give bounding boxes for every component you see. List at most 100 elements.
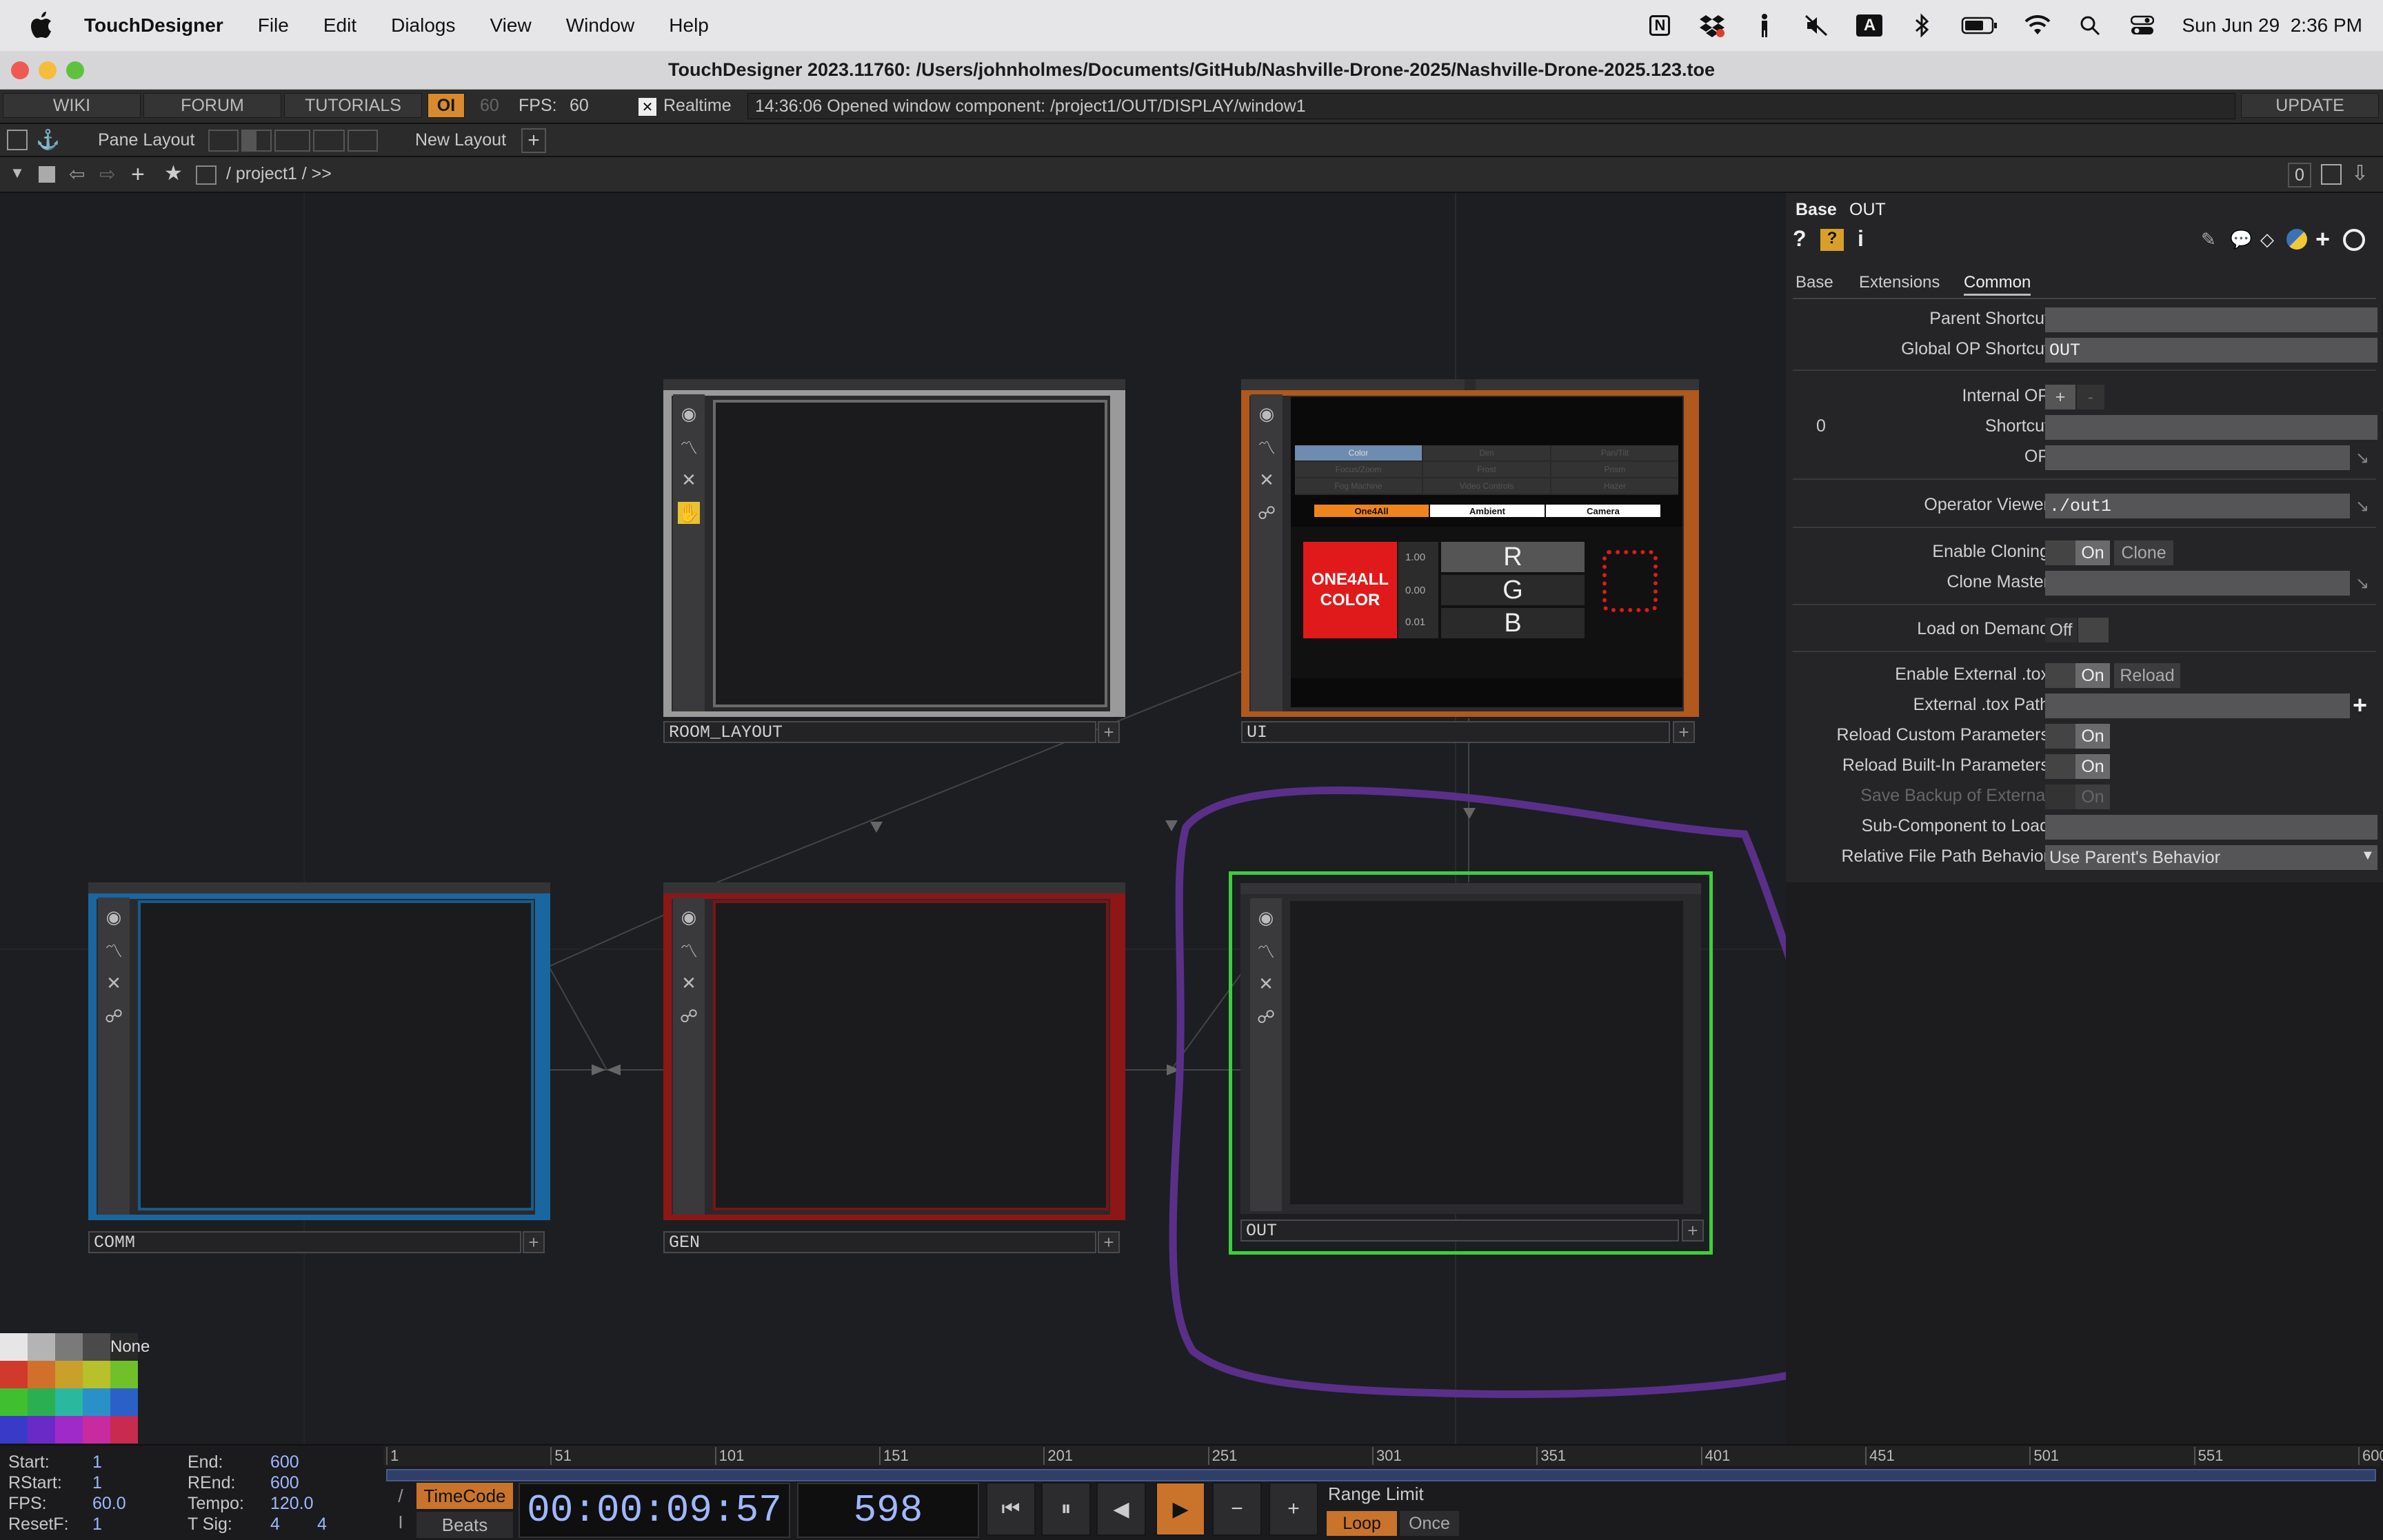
chevron-down-icon[interactable]: ▼ [2361,848,2375,864]
viewer-toggle-icon[interactable]: ◉ [678,403,700,425]
mute-icon[interactable] [1804,12,1830,39]
viewer-toggle-icon[interactable]: ◉ [678,906,700,928]
bluetooth-icon[interactable] [1909,12,1935,39]
color-swatch[interactable] [0,1416,28,1443]
add-connector-button[interactable]: + [1682,1219,1704,1242]
bypass-icon[interactable]: 〽 [1255,940,1277,962]
clone-icon[interactable]: ✋ [678,502,700,524]
tag-icon[interactable]: ◇ [2260,229,2274,250]
layout-single-icon[interactable] [208,130,239,152]
step-forward-icon[interactable]: + [1269,1482,1318,1536]
internal-op-add-button[interactable]: + [2045,385,2075,409]
apple-icon[interactable] [23,8,59,43]
color-swatch[interactable] [28,1416,55,1443]
internal-op-remove-button[interactable]: - [2077,385,2104,409]
viewer-toggle-icon[interactable]: ◉ [1255,906,1277,929]
color-swatch[interactable] [83,1388,110,1416]
menu-window[interactable]: Window [566,14,635,37]
enable-cloning-toggle[interactable]: On [2075,540,2110,565]
add-parameter-icon[interactable]: + [2315,225,2330,254]
relative-path-dropdown[interactable]: Use Parent's Behavior [2045,845,2377,870]
color-swatch[interactable] [28,1333,55,1361]
global-op-shortcut-field[interactable]: OUT [2045,338,2377,363]
delete-icon[interactable]: ✕ [678,972,700,994]
resetf-value[interactable]: 1 [92,1514,102,1534]
toggle-off-half[interactable] [2045,724,2075,749]
rewind-icon[interactable]: ⏮ [986,1482,1036,1536]
help-icon[interactable]: ? [1793,226,1809,251]
color-swatch[interactable] [55,1333,83,1361]
shortcut-field[interactable] [2045,415,2377,440]
accessibility-icon[interactable] [1751,12,1778,39]
comp-gen[interactable]: ◉ 〽 ✕ ☍ GEN + [663,882,1125,1253]
tempo-value[interactable]: 120.0 [270,1494,314,1514]
forward-arrow-icon[interactable]: ⇨ [99,163,123,186]
reload-builtin-toggle[interactable]: On [2075,754,2110,779]
menubar-clock[interactable]: Sun Jun 29 2:36 PM [2182,14,2362,37]
layout-triple-icon[interactable] [313,130,345,152]
drag-arrow-icon[interactable]: ↘ [2355,496,2369,516]
clone-icon[interactable]: ☍ [103,1005,125,1027]
dropbox-icon[interactable] [1699,12,1725,39]
tsig-a-value[interactable]: 4 [270,1514,280,1534]
fps-value[interactable]: 60.0 [92,1494,126,1514]
delete-icon[interactable]: ✕ [1255,973,1277,995]
battery-icon[interactable] [1961,12,1998,39]
clone-icon[interactable]: ☍ [1256,502,1278,524]
control-center-icon[interactable] [2129,12,2155,39]
frame-display[interactable]: 598 [797,1483,979,1538]
menu-dialogs[interactable]: Dialogs [391,14,455,37]
op-field[interactable] [2045,445,2350,470]
timecode-button[interactable]: TimeCode [416,1483,513,1509]
network-path[interactable]: / project1 / >> [226,164,332,184]
color-swatch[interactable] [110,1416,138,1443]
clone-button[interactable]: Clone [2114,540,2173,565]
triangle-down-icon[interactable]: ▼ [6,164,29,186]
color-swatch[interactable] [110,1361,138,1388]
comp-name-label[interactable]: UI [1241,721,1670,743]
delete-icon[interactable]: ✕ [678,469,700,491]
timecode-mode-slash[interactable]: / [390,1486,411,1509]
download-arrow-icon[interactable]: ⇩ [2351,161,2376,188]
add-icon[interactable]: + [131,161,156,188]
update-button[interactable]: UPDATE [2241,93,2379,118]
palette-none-label[interactable]: None [110,1337,150,1357]
reload-button[interactable]: Reload [2114,663,2180,688]
color-swatch[interactable] [0,1361,28,1388]
layout-hsplit-icon[interactable] [274,130,310,152]
toggle-on-half[interactable] [2078,618,2109,642]
add-file-icon[interactable]: + [2353,691,2367,720]
network-home-icon[interactable] [196,165,217,185]
tab-extensions[interactable]: Extensions [1859,273,1940,292]
delete-icon[interactable]: ✕ [1256,469,1278,491]
bypass-icon[interactable]: 〽 [678,436,700,458]
bypass-icon[interactable]: 〽 [103,939,125,962]
color-swatch[interactable] [55,1388,83,1416]
step-back-icon[interactable]: − [1212,1482,1262,1536]
menu-help[interactable]: Help [669,14,709,37]
end-value[interactable]: 600 [270,1452,299,1472]
color-swatch[interactable] [0,1388,28,1416]
viewer-toggle-icon[interactable]: ◉ [1256,403,1278,425]
comp-name-label[interactable]: OUT [1240,1219,1679,1242]
bypass-icon[interactable]: 〽 [1256,436,1278,458]
notion-icon[interactable]: N [1647,12,1673,39]
comp-room-layout[interactable]: ◉ 〽 ✕ ✋ ROOM_LAYOUT + [663,379,1125,743]
rstart-value[interactable]: 1 [92,1473,102,1493]
network-editor[interactable]: ◉ 〽 ✕ ✋ ROOM_LAYOUT + ◉ 〽 ✕ ☍ Color Dim … [0,193,1786,1444]
wiki-button[interactable]: WIKI [3,93,141,118]
clone-icon[interactable]: ☍ [1255,1006,1277,1028]
stop-icon[interactable] [39,166,55,183]
oi-button[interactable]: OI [428,93,465,118]
toggle-off-half[interactable] [2045,754,2075,779]
layout-quad-icon[interactable] [348,130,378,152]
enable-external-tox-toggle[interactable]: On [2075,663,2110,688]
new-layout-label[interactable]: New Layout [415,130,506,150]
color-swatch[interactable] [83,1333,110,1361]
color-swatch[interactable] [110,1388,138,1416]
add-connector-button[interactable]: + [1098,721,1120,743]
loop-button[interactable]: Loop [1327,1511,1397,1536]
color-swatch[interactable] [83,1416,110,1443]
external-tox-path-field[interactable] [2045,693,2350,718]
beats-button[interactable]: Beats [416,1512,513,1538]
